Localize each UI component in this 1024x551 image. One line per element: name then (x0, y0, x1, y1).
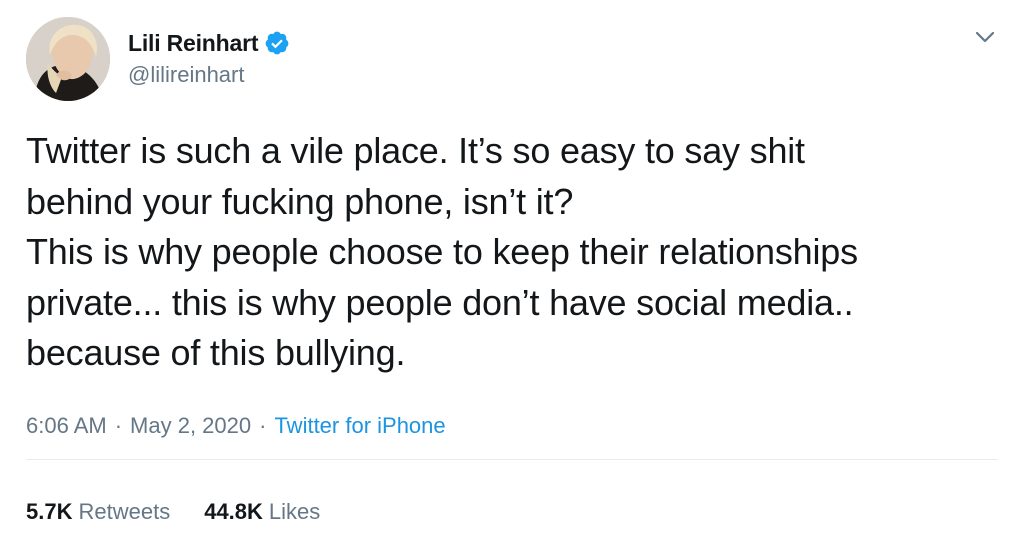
tweet-source-link[interactable]: Twitter for iPhone (274, 413, 445, 439)
tweet-text-line: because of this bullying. (26, 332, 406, 373)
retweets-stat[interactable]: 5.7K Retweets (26, 499, 170, 525)
tweet-meta: 6:06 AM · May 2, 2020 · Twitter for iPho… (26, 409, 446, 443)
tweet-time[interactable]: 6:06 AM (26, 413, 107, 439)
chevron-down-icon[interactable] (970, 22, 1000, 52)
tweet-text-line: behind your fucking phone, isn’t it? (26, 180, 574, 222)
author-name-row[interactable]: Lili Reinhart (128, 28, 290, 58)
tweet-stats: 5.7K Retweets 44.8K Likes (26, 495, 320, 529)
likes-label: Likes (268, 499, 321, 524)
tweet-text-line: Twitter is such a vile place. It’s so ea… (26, 130, 805, 171)
author-handle[interactable]: @lilireinhart (128, 62, 244, 88)
tweet-text-line: private... this is why people don’t have… (26, 281, 854, 323)
avatar-photo (26, 17, 110, 101)
meta-separator: · (259, 413, 267, 438)
tweet-card: Lili Reinhart @lilireinhart Twitter is s… (0, 0, 1024, 551)
divider (26, 459, 998, 460)
tweet-text: Twitter is such a vile place. It’s so ea… (26, 126, 1001, 379)
tweet-date[interactable]: May 2, 2020 (130, 413, 251, 439)
meta-separator: · (114, 413, 123, 438)
retweets-label: Retweets (78, 499, 171, 524)
author-display-name[interactable]: Lili Reinhart (128, 30, 259, 57)
verified-badge-icon (264, 30, 290, 56)
likes-stat[interactable]: 44.8K Likes (204, 499, 320, 525)
retweets-count: 5.7K (26, 499, 73, 524)
avatar[interactable] (26, 17, 110, 101)
tweet-text-line: This is why people choose to keep their … (26, 231, 858, 272)
likes-count: 44.8K (204, 499, 263, 524)
